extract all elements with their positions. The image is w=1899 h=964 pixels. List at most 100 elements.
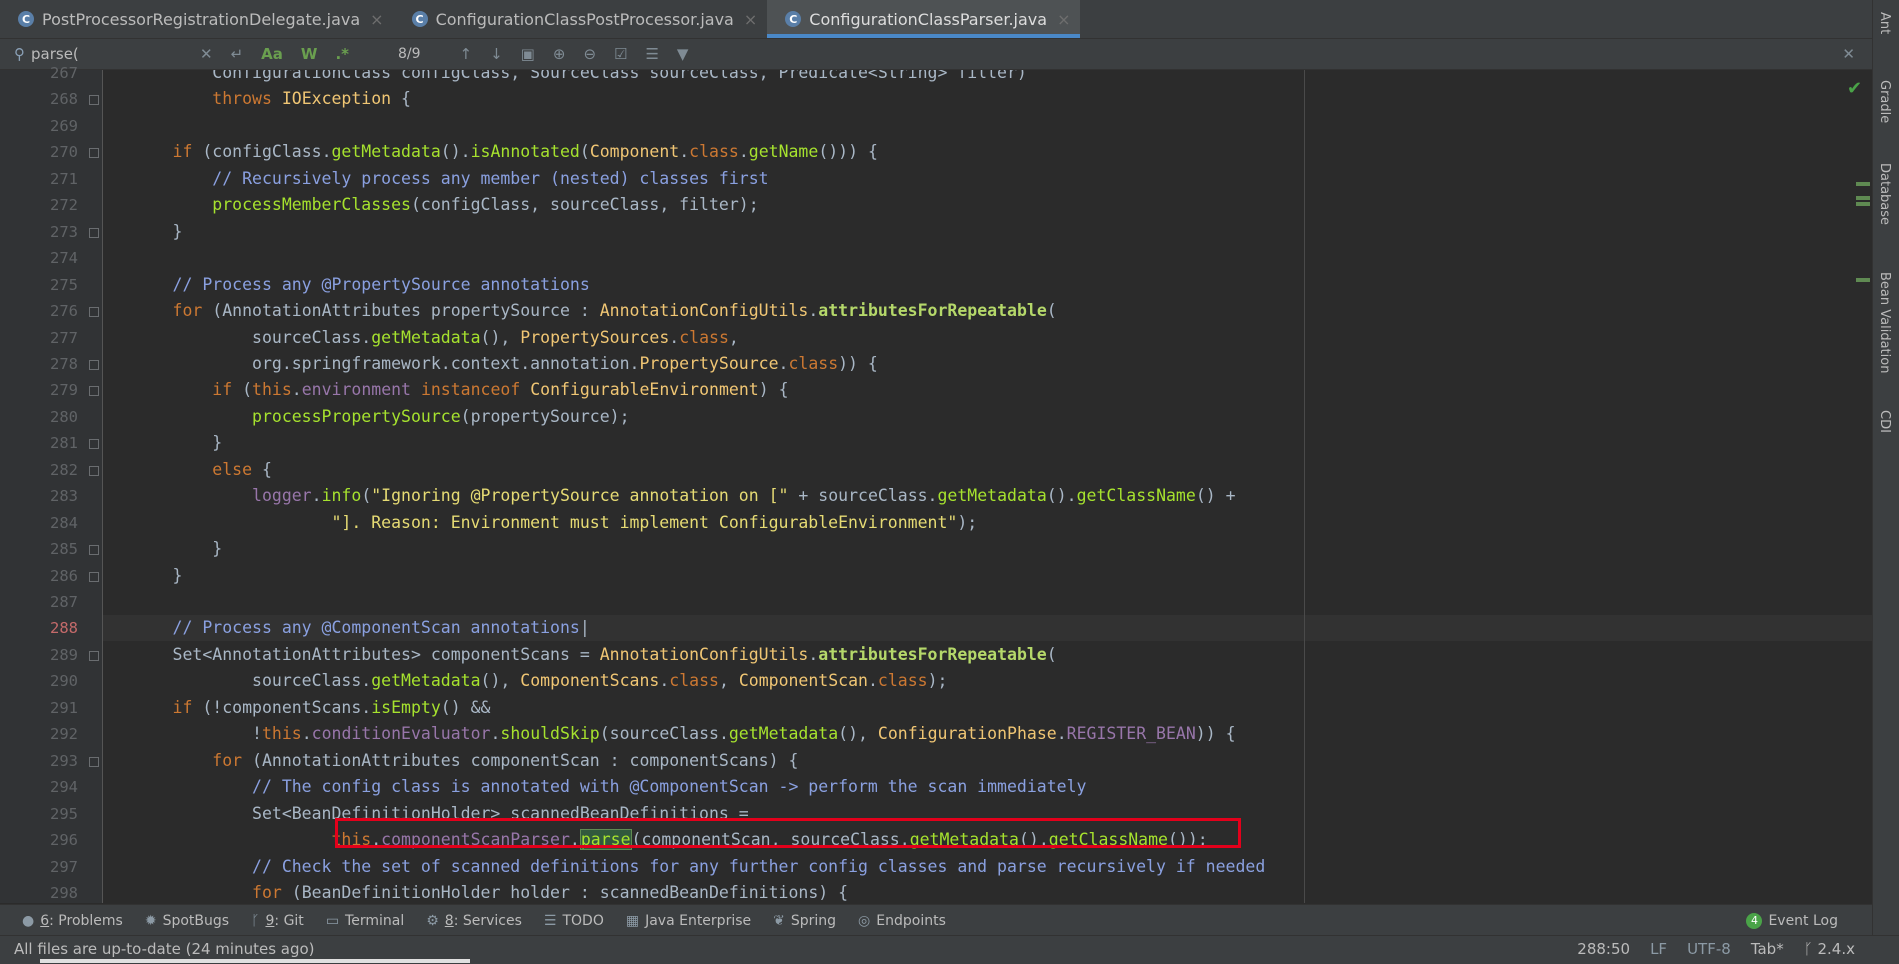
code-line[interactable]: if (configClass.getMetadata().isAnnotate… xyxy=(103,139,1872,165)
filter-icon[interactable]: ▼ xyxy=(677,45,689,63)
code-line[interactable]: // Check the set of scanned definitions … xyxy=(103,854,1872,880)
tool-window-bar: ● 6: Problems ✹ SpotBugs ᚴ9: Git ▭ Terminal… xyxy=(0,904,1872,936)
problems-icon: ● xyxy=(22,912,35,929)
code-line[interactable]: for (BeanDefinitionHolder holder : scann… xyxy=(103,880,1872,903)
match-case-toggle[interactable]: Aa xyxy=(261,45,283,63)
clear-search-icon[interactable]: ✕ xyxy=(200,45,213,63)
tool-spring[interactable]: ❦ Spring xyxy=(773,913,836,929)
code-line[interactable]: // The config class is annotated with @C… xyxy=(103,774,1872,800)
code-text: else { xyxy=(212,459,272,479)
fold-marker-icon[interactable] xyxy=(89,571,99,582)
next-occurrence-icon[interactable]: ↓ xyxy=(490,45,503,63)
cdi-tool-button[interactable]: CDI xyxy=(1877,410,1892,433)
tool-spotbugs[interactable]: ✹ SpotBugs xyxy=(145,913,229,929)
code-line[interactable]: else { xyxy=(103,457,1872,483)
progress-bar xyxy=(40,959,470,963)
status-message: All files are up-to-date (24 minutes ago… xyxy=(14,940,315,958)
fold-marker-icon[interactable] xyxy=(89,756,99,767)
branch-icon: ᚴ xyxy=(1803,940,1818,958)
code-line[interactable]: sourceClass.getMetadata(), PropertySourc… xyxy=(103,325,1872,351)
code-line[interactable]: if (this.environment instanceof Configur… xyxy=(103,377,1872,403)
code-line[interactable]: } xyxy=(103,536,1872,562)
select-all-occurrences-icon[interactable]: ▣ xyxy=(521,45,535,63)
regex-toggle[interactable]: .* xyxy=(335,45,349,63)
fold-marker-icon[interactable] xyxy=(89,545,99,556)
code-text: // Check the set of scanned definitions … xyxy=(252,856,1266,876)
code-line[interactable]: // Recursively process any member (neste… xyxy=(103,166,1872,192)
code-line[interactable]: if (!componentScans.isEmpty() && xyxy=(103,695,1872,721)
line-number: 280 xyxy=(50,407,78,426)
code-line[interactable]: for (AnnotationAttributes componentScan … xyxy=(103,748,1872,774)
fold-marker-icon[interactable] xyxy=(89,439,99,450)
code-line[interactable]: processMemberClasses(configClass, source… xyxy=(103,192,1872,218)
code-line[interactable]: for (AnnotationAttributes propertySource… xyxy=(103,298,1872,324)
git-branch[interactable]: ᚴ 2.4.x xyxy=(1804,940,1855,958)
tool-todo[interactable]: ☰ TODO xyxy=(544,913,604,929)
words-toggle[interactable]: W xyxy=(301,45,318,63)
inspection-ok-icon: ✔ xyxy=(1847,78,1863,99)
tool-problems[interactable]: ● 6: Problems xyxy=(22,913,123,929)
tool-git[interactable]: ᚴ9: Git xyxy=(251,913,304,929)
close-icon[interactable]: × xyxy=(744,10,757,29)
code-line[interactable]: ConfigurationClass configClass, SourceCl… xyxy=(103,70,1872,86)
tool-java-enterprise[interactable]: ▦ Java Enterprise xyxy=(626,913,751,929)
select-occurrences-icon[interactable]: ☑ xyxy=(614,45,627,63)
tool-endpoints[interactable]: ◎ Endpoints xyxy=(858,913,946,929)
indent-setting[interactable]: Tab* xyxy=(1751,940,1784,958)
bean-validation-tool-button[interactable]: Bean Validation xyxy=(1877,272,1892,373)
tool-services[interactable]: ⚙ 8: Services xyxy=(426,913,522,929)
fold-marker-icon[interactable] xyxy=(89,359,99,370)
code-text: } xyxy=(172,565,183,585)
line-number: 270 xyxy=(50,143,78,162)
code-line[interactable]: Set<AnnotationAttributes> componentScans… xyxy=(103,642,1872,668)
file-encoding[interactable]: UTF-8 xyxy=(1687,940,1731,958)
code-line[interactable]: "]. Reason: Environment must implement C… xyxy=(103,510,1872,536)
fold-marker-icon[interactable] xyxy=(89,95,99,106)
scroll-marker xyxy=(1856,182,1870,186)
code-line[interactable]: // Process any @PropertySource annotatio… xyxy=(103,272,1872,298)
database-tool-button[interactable]: Database xyxy=(1877,163,1892,225)
code-line[interactable]: !this.conditionEvaluator.shouldSkip(sour… xyxy=(103,721,1872,747)
fold-marker-icon[interactable] xyxy=(89,650,99,661)
code-line[interactable] xyxy=(103,589,1872,615)
code-line[interactable]: } xyxy=(103,563,1872,589)
filter-options-icon[interactable]: ☰ xyxy=(645,45,658,63)
code-line[interactable]: throws IOException { xyxy=(103,86,1872,112)
close-icon[interactable]: × xyxy=(370,10,383,29)
code-editor[interactable]: ConfigurationClass configClass, SourceCl… xyxy=(103,70,1872,903)
code-line[interactable]: } xyxy=(103,219,1872,245)
previous-occurrence-icon[interactable]: ↑ xyxy=(460,45,473,63)
code-line[interactable]: org.springframework.context.annotation.P… xyxy=(103,351,1872,377)
close-icon[interactable]: × xyxy=(1057,10,1070,29)
fold-marker-icon[interactable] xyxy=(89,307,99,318)
line-ending[interactable]: LF xyxy=(1650,940,1667,958)
fold-marker-icon[interactable] xyxy=(89,227,99,238)
code-line[interactable]: } xyxy=(103,430,1872,456)
code-line[interactable]: sourceClass.getMetadata(), ComponentScan… xyxy=(103,668,1872,694)
fold-marker-icon[interactable] xyxy=(89,465,99,476)
scroll-marker xyxy=(1856,202,1870,206)
close-find-bar-icon[interactable]: ✕ xyxy=(1842,45,1855,63)
code-line[interactable] xyxy=(103,245,1872,271)
fold-marker-icon[interactable] xyxy=(89,148,99,159)
tab-postprocessor-registration-delegate[interactable]: C PostProcessorRegistrationDelegate.java… xyxy=(0,0,394,38)
right-margin-guide xyxy=(1304,70,1305,903)
gradle-tool-button[interactable]: Gradle xyxy=(1877,80,1892,123)
tool-terminal[interactable]: ▭ Terminal xyxy=(326,913,404,929)
add-occurrence-icon[interactable]: ⊕ xyxy=(553,45,566,63)
line-number: 277 xyxy=(50,328,78,347)
fold-marker-icon[interactable] xyxy=(89,386,99,397)
ant-tool-button[interactable]: Ant xyxy=(1877,12,1892,34)
new-line-icon[interactable]: ↵ xyxy=(231,45,244,63)
event-log-button[interactable]: 4 Event Log xyxy=(1746,912,1838,929)
code-line[interactable]: // Process any @ComponentScan annotation… xyxy=(103,615,1872,642)
caret-position[interactable]: 288:50 xyxy=(1577,940,1630,958)
tab-configuration-class-post-processor[interactable]: C ConfigurationClassPostProcessor.java × xyxy=(394,0,768,38)
line-number-gutter[interactable]: 267 268 269 270 271 272 273 274 275 276 277 278 279 2… xyxy=(0,64,103,903)
java-enterprise-icon: ▦ xyxy=(625,912,640,929)
code-line[interactable]: processPropertySource(propertySource); xyxy=(103,404,1872,430)
remove-occurrence-icon[interactable]: ⊖ xyxy=(583,45,596,63)
code-line[interactable]: logger.info("Ignoring @PropertySource an… xyxy=(103,483,1872,509)
code-line[interactable] xyxy=(103,113,1872,139)
tab-configuration-class-parser[interactable]: C ConfigurationClassParser.java × xyxy=(767,0,1081,38)
